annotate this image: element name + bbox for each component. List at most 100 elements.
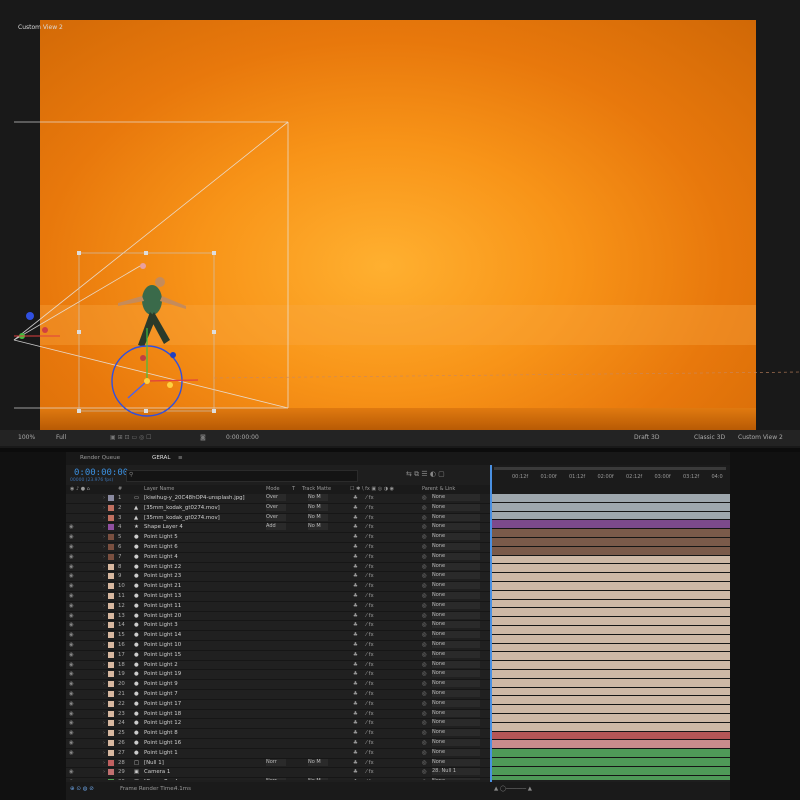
layer-search-input[interactable]: ⚲ [126, 470, 358, 482]
pick-whip-icon[interactable]: ◎ [422, 652, 427, 658]
parent-dropdown[interactable]: None [432, 650, 480, 658]
expand-chevron-icon[interactable]: › [103, 505, 105, 511]
shy-switch-icon[interactable]: ♣ [353, 681, 358, 687]
pick-whip-icon[interactable]: ◎ [422, 662, 427, 668]
layer-row[interactable]: ◉ › 27 ● Point Light 1 ♣ ⁄ fx ◎ None [66, 748, 490, 759]
expand-chevron-icon[interactable]: › [103, 564, 105, 570]
resolution-dropdown[interactable]: Full [56, 434, 66, 441]
shy-switch-icon[interactable]: ♣ [353, 505, 358, 511]
blend-mode-dropdown[interactable] [266, 719, 286, 726]
parent-dropdown[interactable]: None [432, 494, 480, 501]
parent-dropdown[interactable]: None [432, 533, 480, 541]
layer-row[interactable]: ◉ › 30 ▦ [Grass_Row] Norr No M ♣ ⁄ fx ◎ None [66, 778, 490, 780]
track-matte-dropdown[interactable]: No M [308, 523, 328, 531]
blend-mode-dropdown[interactable]: Over [266, 503, 286, 511]
layer-duration-bar[interactable] [490, 502, 730, 512]
layer-row[interactable]: ◉ › 8 ● Point Light 22 ♣ ⁄ fx ◎ None [66, 562, 490, 573]
visibility-eye-icon[interactable]: ◉ [69, 720, 74, 726]
pick-whip-icon[interactable]: ◎ [422, 573, 427, 579]
layer-duration-bar[interactable] [490, 661, 730, 670]
label-color-swatch[interactable] [108, 543, 114, 550]
time-ruler[interactable]: 00:12f 01:00f 01:12f 02:00f 02:12f 03:00f 03:1… [490, 465, 730, 494]
fx-switch-icon[interactable]: ⁄ fx [366, 642, 374, 648]
parent-dropdown[interactable]: None [432, 689, 480, 697]
visibility-eye-icon[interactable]: ◉ [69, 652, 74, 658]
layer-row[interactable]: ◉ › 12 ● Point Light 11 ♣ ⁄ fx ◎ None [66, 601, 490, 612]
layer-row[interactable]: ◉ › 22 ● Point Light 17 ♣ ⁄ fx ◎ None [66, 699, 490, 710]
layer-name[interactable]: Point Light 7 [144, 691, 178, 697]
label-color-swatch[interactable] [108, 661, 114, 668]
layer-name[interactable]: Point Light 1 [144, 750, 178, 756]
track-matte-dropdown[interactable] [308, 690, 328, 697]
pick-whip-icon[interactable]: ◎ [422, 711, 427, 717]
visibility-eye-icon[interactable]: ◉ [69, 613, 74, 619]
visibility-eye-icon[interactable]: ◉ [69, 750, 74, 756]
expand-chevron-icon[interactable]: › [103, 554, 105, 560]
parent-dropdown[interactable]: None [432, 611, 480, 619]
shy-switch-icon[interactable]: ♣ [353, 769, 358, 775]
shy-switch-icon[interactable]: ♣ [353, 593, 358, 599]
expand-chevron-icon[interactable]: › [103, 769, 105, 775]
track-matte-dropdown[interactable] [308, 739, 328, 746]
layer-duration-bars[interactable] [490, 494, 730, 780]
current-time-indicator[interactable] [490, 465, 492, 785]
layer-row[interactable]: › 3 ▲ [35mm_kodak_gt0274.mov] Over No M ♣ ⁄ fx ◎… [66, 513, 490, 524]
label-color-swatch[interactable] [108, 749, 114, 756]
shy-switch-icon[interactable]: ♣ [353, 720, 358, 726]
layer-duration-bar[interactable] [490, 599, 730, 609]
label-color-swatch[interactable] [108, 632, 114, 639]
fx-switch-icon[interactable]: ⁄ fx [366, 730, 374, 736]
blend-mode-dropdown[interactable] [266, 582, 286, 589]
layer-row[interactable]: ◉ › 9 ● Point Light 23 ♣ ⁄ fx ◎ None [66, 572, 490, 583]
renderer-indicator[interactable]: Draft 3D [634, 434, 659, 441]
visibility-eye-icon[interactable]: ◉ [69, 593, 74, 599]
layer-name[interactable]: Point Light 2 [144, 662, 178, 668]
view-dropdown[interactable]: Custom View 2 [738, 434, 783, 441]
blend-mode-dropdown[interactable]: Norr [266, 758, 286, 766]
blend-mode-dropdown[interactable] [266, 690, 286, 697]
pick-whip-icon[interactable]: ◎ [422, 613, 427, 619]
track-matte-dropdown[interactable] [308, 680, 328, 687]
track-matte-dropdown[interactable] [308, 592, 328, 599]
layer-duration-bar[interactable] [490, 529, 730, 538]
layer-row[interactable]: ◉ › 29 ▣ Camera 1 ♣ ⁄ fx ◎ 28. Null 1 [66, 768, 490, 779]
layer-row[interactable]: › 1 ▭ [kiwihug-y_20C48hOP4-unsplash.jpg] Ove… [66, 494, 490, 504]
expand-chevron-icon[interactable]: › [103, 671, 105, 677]
blend-mode-dropdown[interactable] [266, 680, 286, 687]
visibility-eye-icon[interactable]: ◉ [69, 740, 74, 746]
track-matte-dropdown[interactable] [308, 602, 328, 609]
expand-chevron-icon[interactable]: › [103, 583, 105, 589]
layer-row[interactable]: ◉ › 14 ● Point Light 3 ♣ ⁄ fx ◎ None [66, 621, 490, 632]
layer-name[interactable]: Shape Layer 4 [144, 524, 183, 530]
track-matte-dropdown[interactable] [308, 768, 328, 775]
blend-mode-dropdown[interactable]: Over [266, 494, 286, 501]
parent-dropdown[interactable]: None [432, 670, 480, 678]
label-color-swatch[interactable] [108, 524, 114, 531]
layer-duration-bar[interactable] [490, 617, 730, 626]
fx-switch-icon[interactable]: ⁄ fx [366, 740, 374, 746]
pick-whip-icon[interactable]: ◎ [422, 701, 427, 707]
shy-switch-icon[interactable]: ♣ [353, 671, 358, 677]
label-color-swatch[interactable] [108, 779, 114, 780]
shy-switch-icon[interactable]: ♣ [353, 622, 358, 628]
layer-duration-bar[interactable] [490, 757, 730, 767]
shy-switch-icon[interactable]: ♣ [353, 652, 358, 658]
expand-chevron-icon[interactable]: › [103, 681, 105, 687]
viewer-tool-icons[interactable]: ▣ ⊞ ⊡ ▭ ◎ ☐ [110, 434, 152, 441]
layer-name[interactable]: Point Light 12 [144, 720, 181, 726]
pick-whip-icon[interactable]: ◎ [422, 622, 427, 628]
expand-chevron-icon[interactable]: › [103, 593, 105, 599]
label-color-swatch[interactable] [108, 553, 114, 560]
label-color-swatch[interactable] [108, 710, 114, 717]
parent-dropdown[interactable]: None [432, 503, 480, 511]
label-color-swatch[interactable] [108, 671, 114, 678]
shy-switch-icon[interactable]: ♣ [353, 524, 358, 530]
tab-geral[interactable]: GERAL [152, 455, 170, 461]
layer-row[interactable]: ◉ › 24 ● Point Light 12 ♣ ⁄ fx ◎ None [66, 719, 490, 730]
layer-name[interactable]: Point Light 11 [144, 603, 181, 609]
visibility-eye-icon[interactable]: ◉ [69, 622, 74, 628]
track-matte-dropdown[interactable] [308, 631, 328, 638]
expand-chevron-icon[interactable]: › [103, 720, 105, 726]
blend-mode-dropdown[interactable]: Add [266, 523, 286, 531]
track-matte-dropdown[interactable] [308, 621, 328, 628]
